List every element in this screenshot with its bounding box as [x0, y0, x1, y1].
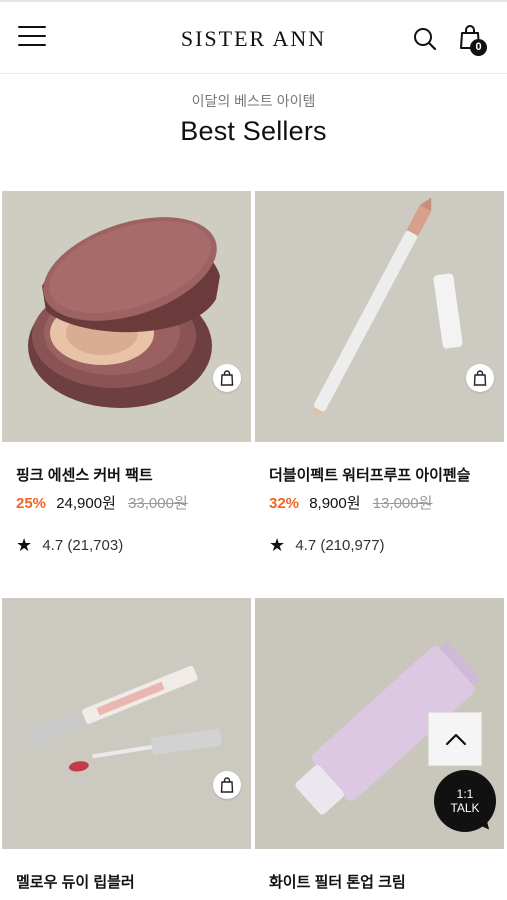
quick-add-to-cart-button[interactable] [466, 364, 494, 392]
original-price: 33,000원 [128, 495, 188, 512]
discount-rate: 25% [16, 495, 47, 512]
cart-count-badge: 0 [470, 39, 487, 56]
product-name[interactable]: 멜로우 듀이 립블러 [16, 871, 135, 892]
shopping-bag-icon[interactable]: 0 [458, 24, 488, 56]
talk-label-line2: TALK [450, 801, 480, 815]
one-on-one-talk-button[interactable]: 1:1 TALK [434, 770, 496, 832]
rating-row: ★ 4.7 (21,703) [16, 534, 123, 555]
product-name[interactable]: 더블이펙트 워터프루프 아이펜슬 [269, 464, 471, 485]
rating-value: 4.7 (21,703) [42, 537, 124, 554]
product-card[interactable]: 더블이펙트 워터프루프 아이펜슬 32% 8,900원 13,000원 ★ 4.… [255, 191, 504, 591]
price-row: 32% 8,900원 13,000원 [269, 492, 432, 513]
discount-rate: 32% [269, 495, 300, 512]
product-image-compact[interactable] [2, 191, 251, 442]
scroll-to-top-button[interactable] [428, 712, 482, 766]
chevron-up-icon [445, 733, 467, 746]
star-icon: ★ [269, 535, 286, 555]
hamburger-menu-icon[interactable] [18, 26, 46, 50]
product-image-eye-pencil[interactable] [255, 191, 504, 442]
product-name[interactable]: 핑크 에센스 커버 팩트 [16, 464, 153, 485]
product-image-lip-blur[interactable] [2, 598, 251, 849]
product-name[interactable]: 화이트 필터 톤업 크림 [269, 871, 406, 892]
rating-value: 4.7 (210,977) [295, 537, 385, 554]
product-card[interactable]: 핑크 에센스 커버 팩트 25% 24,900원 33,000원 ★ 4.7 (… [2, 191, 251, 591]
rating-row: ★ 4.7 (210,977) [269, 534, 385, 555]
star-icon: ★ [16, 535, 33, 555]
talk-label-line1: 1:1 [456, 787, 474, 801]
brand-logo-text[interactable]: SISTER ANN [181, 26, 326, 51]
original-price: 13,000원 [372, 495, 433, 512]
site-header: SISTER ANN 0 [0, 2, 507, 74]
price-row: 25% 24,900원 33,000원 [16, 492, 188, 513]
search-icon[interactable] [412, 26, 438, 52]
sale-price: 8,900원 [309, 495, 361, 512]
section-subtitle: 이달의 베스트 아이템 [191, 93, 316, 109]
section-title: Best Sellers [180, 116, 327, 146]
sale-price: 24,900원 [56, 495, 116, 512]
quick-add-to-cart-button[interactable] [213, 364, 241, 392]
product-card[interactable]: 멜로우 듀이 립블러 [2, 598, 251, 900]
quick-add-to-cart-button[interactable] [213, 771, 241, 799]
